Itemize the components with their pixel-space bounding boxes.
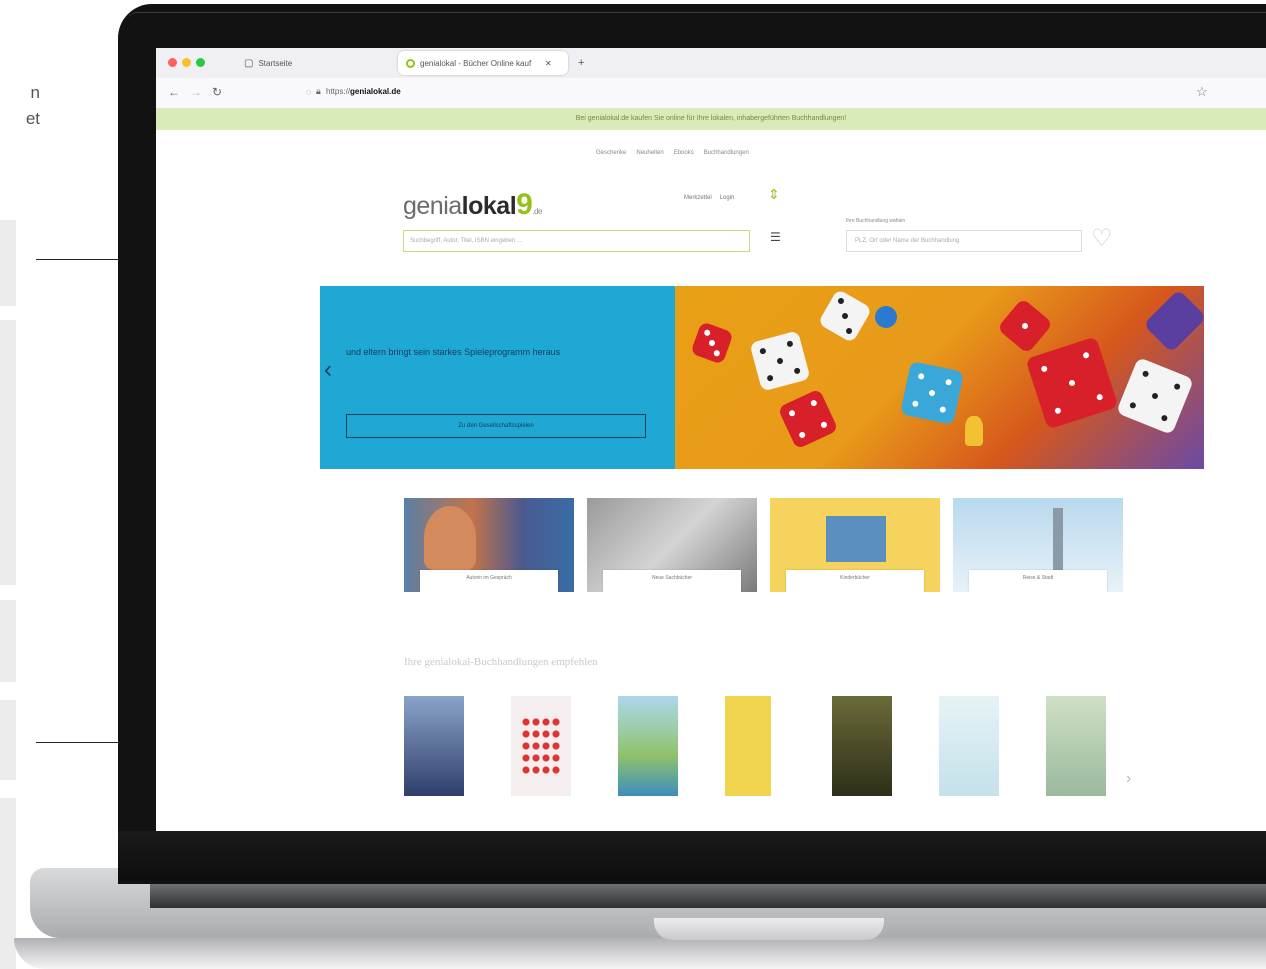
annotation-panel	[0, 220, 16, 306]
hero-text: und eltern bringt sein starkes Spielepro…	[346, 347, 561, 357]
laptop-bezel	[126, 12, 1266, 23]
laptop-screen: ▢ Startseite genialokal - Bücher Online …	[156, 48, 1266, 831]
page-icon: ▢	[244, 57, 254, 69]
reload-icon[interactable]: ↻	[212, 85, 222, 99]
dice-image	[690, 321, 734, 365]
laptop-notch	[654, 918, 884, 940]
tab-genialokal[interactable]: genialokal - Bücher Online kauf ✕	[398, 51, 568, 75]
laptop-shadow	[14, 938, 1266, 969]
feature-card[interactable]: Autorin im Gespräch	[404, 498, 574, 592]
shopping-bag-icon[interactable]: ⇕	[768, 186, 782, 202]
shield-icon[interactable]: ◌	[306, 87, 311, 97]
promo-banner: Bei genialokal.de kaufen Sie online für …	[156, 108, 1266, 130]
laptop-chin	[118, 831, 1266, 881]
url-field[interactable]: https://genialokal.de	[326, 87, 401, 96]
tab-label: Startseite	[258, 58, 293, 68]
book-cover[interactable]	[1046, 696, 1106, 796]
game-piece-image	[875, 306, 897, 328]
book-illustration	[826, 516, 886, 562]
new-tab-button[interactable]: +	[570, 51, 592, 75]
feature-card[interactable]: Reise & Stadt	[953, 498, 1123, 592]
feature-card[interactable]: Kinderbücher	[770, 498, 940, 592]
bookmark-star-icon[interactable]: ☆	[1196, 84, 1208, 100]
author-photo	[424, 506, 476, 570]
dice-image	[817, 288, 873, 344]
dice-image	[749, 330, 811, 392]
minimize-window-button[interactable]	[182, 58, 191, 67]
nav-link-neuheiten[interactable]: Neuheiten	[636, 150, 663, 156]
logo-nine: 9	[516, 188, 533, 221]
tab-startseite[interactable]: ▢ Startseite	[236, 51, 376, 75]
nav-link-buchhandlungen[interactable]: Buchhandlungen	[704, 150, 749, 156]
url-domain: genialokal.de	[350, 87, 401, 96]
site-logo[interactable]: genialokal9.de	[403, 188, 542, 222]
book-cover[interactable]	[618, 696, 678, 796]
book-cover[interactable]	[404, 696, 464, 796]
annotation-panel	[0, 600, 16, 682]
lock-icon[interactable]: 🔒︎	[316, 86, 321, 97]
url-prefix: https://	[326, 87, 351, 96]
top-nav: Geschenke Neuheiten Ebooks Buchhandlunge…	[596, 150, 749, 156]
back-icon[interactable]: ←	[168, 85, 180, 99]
maximize-window-button[interactable]	[196, 58, 205, 67]
chevron-right-icon[interactable]: ›	[1126, 770, 1131, 788]
store-search-input[interactable]: PLZ, Ort oder Name der Buchhandlung	[846, 230, 1082, 252]
section-title: Ihre genialokal-Buchhandlungen empfehlen	[404, 656, 598, 668]
menu-icon[interactable]: ☰	[770, 230, 781, 244]
book-cover[interactable]	[511, 696, 571, 796]
dice-image	[777, 388, 839, 450]
tab-label: genialokal - Bücher Online kauf	[420, 58, 532, 68]
close-tab-icon[interactable]: ✕	[545, 59, 552, 68]
heart-icon[interactable]: ♡	[1091, 224, 1113, 253]
dice-image	[899, 360, 965, 426]
account-links: Merkzettel Login	[684, 195, 734, 201]
plus-icon: +	[578, 57, 585, 69]
tower-image	[1053, 508, 1063, 578]
search-input[interactable]: Suchbegriff, Autor, Titel, ISBN eingeben…	[403, 230, 750, 252]
dice-image	[1025, 336, 1119, 430]
close-window-button[interactable]	[168, 58, 177, 67]
card-caption: Neue Sachbücher	[603, 570, 741, 592]
book-cover[interactable]	[832, 696, 892, 796]
annotation-text: n et	[25, 83, 40, 128]
store-label: Ihre Buchhandlung wählen	[846, 218, 906, 224]
logo-text-bold: lokal	[461, 192, 517, 220]
annotation-panel	[0, 700, 16, 780]
browser-toolbar: ← → ↻ ◌ 🔒︎ https://genialokal.de ☆	[156, 78, 1266, 109]
annotation-panel	[0, 320, 16, 585]
forward-icon[interactable]: →	[190, 85, 202, 99]
login-link[interactable]: Login	[720, 195, 735, 201]
feature-card[interactable]: Neue Sachbücher	[587, 498, 757, 592]
favicon-icon	[406, 58, 415, 68]
dice-image	[1115, 356, 1195, 436]
wishlist-link[interactable]: Merkzettel	[684, 195, 712, 201]
nav-link-geschenke[interactable]: Geschenke	[596, 150, 626, 156]
hero-banner: ‹ und eltern bringt sein starkes Spielep…	[320, 286, 1204, 469]
book-cover[interactable]	[725, 696, 771, 796]
feature-cards: Autorin im Gespräch Neue Sachbücher Kind…	[404, 498, 1123, 592]
card-caption: Kinderbücher	[786, 570, 924, 592]
dice-image	[996, 297, 1054, 355]
board-image	[1143, 289, 1204, 353]
game-piece-image	[965, 416, 983, 446]
hero-text-panel: ‹ und eltern bringt sein starkes Spielep…	[320, 286, 675, 469]
book-pattern	[521, 716, 561, 776]
logo-text: genia	[403, 192, 462, 220]
browser-tabbar: ▢ Startseite genialokal - Bücher Online …	[156, 48, 1266, 78]
book-cover[interactable]	[939, 696, 999, 796]
carousel-prev-icon[interactable]: ‹	[324, 356, 332, 384]
laptop-hinge	[150, 884, 1266, 908]
nav-link-ebooks[interactable]: Ebooks	[674, 150, 694, 156]
hero-image-dice	[675, 286, 1204, 469]
card-caption: Autorin im Gespräch	[420, 570, 558, 592]
logo-tld: .de	[532, 207, 542, 216]
book-carousel	[404, 696, 1124, 831]
card-caption: Reise & Stadt	[969, 570, 1107, 592]
hero-button[interactable]: Zu den Gesellschaftsspielen	[346, 414, 646, 438]
